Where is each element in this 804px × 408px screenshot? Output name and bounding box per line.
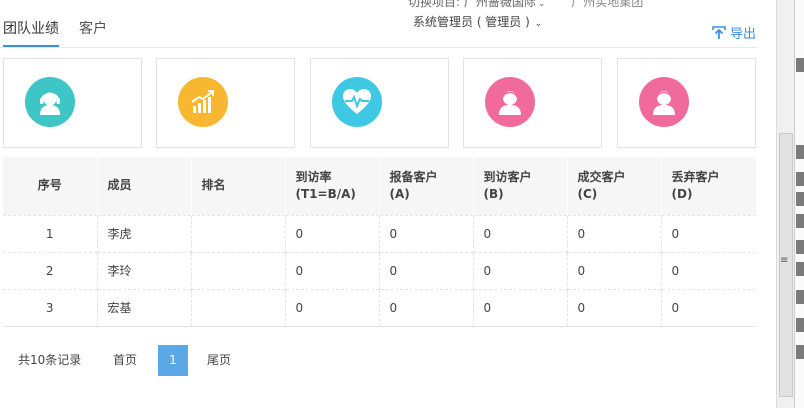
record-count: 共10条记录 — [18, 353, 82, 367]
cell-member: 李玲 — [96, 251, 191, 289]
cell-reported: 0 — [378, 214, 473, 252]
scrollbar-grip-icon: ≡ — [780, 255, 789, 266]
cell-visited: 0 — [472, 288, 567, 327]
col-header-dropped: 丢弃客户 (D) — [660, 157, 756, 215]
col-header-rank: 排名 — [190, 157, 285, 215]
cell-deal: 0 — [566, 214, 661, 252]
export-button[interactable]: 导出 — [712, 23, 756, 42]
tab-divider — [0, 47, 757, 48]
col-header-visited: 到访客户 (B) — [472, 157, 567, 215]
page-button-current[interactable]: 1 — [158, 345, 188, 376]
window-edge: ≡ — [776, 0, 804, 408]
project-prefix: 切换项目: — [408, 0, 461, 9]
tab-bar: 团队业绩 客户 — [0, 20, 760, 48]
cell-visit-rate: 0 — [284, 288, 379, 327]
cell-visit-rate: 0 — [284, 251, 379, 289]
export-icon — [712, 25, 726, 39]
cell-index: 2 — [3, 251, 97, 289]
stat-card-5[interactable] — [617, 58, 756, 148]
col-header-visit-rate: 到访率 (T1=B/A) — [284, 157, 379, 215]
project-switcher[interactable]: 切换项目: 广州蔷薇国际 ⌄ 广州实地集团 — [408, 0, 643, 10]
chevron-down-icon: ⌄ — [537, 0, 546, 9]
cell-reported: 0 — [378, 288, 473, 327]
last-page-button[interactable]: 尾页 — [207, 345, 231, 376]
person-icon — [485, 77, 535, 127]
growth-chart-icon — [178, 77, 228, 127]
col-header-deal: 成交客户 (C) — [566, 157, 661, 215]
heart-pulse-icon — [332, 77, 382, 127]
stat-card-1[interactable] — [3, 58, 142, 148]
first-page-button[interactable]: 首页 — [113, 345, 137, 376]
col-header-member: 成员 — [96, 157, 191, 215]
stat-card-3[interactable] — [310, 58, 449, 148]
cell-deal: 0 — [566, 288, 661, 327]
table-header-row: 序号 成员 排名 到访率 (T1=B/A) 报备客户 (A) 到访客户 (B) 成交客… — [3, 157, 756, 215]
cell-member: 宏基 — [96, 288, 191, 327]
cell-dropped: 0 — [660, 251, 756, 289]
cell-rank — [190, 251, 285, 289]
performance-table: 序号 成员 排名 到访率 (T1=B/A) 报备客户 (A) 到访客户 (B) 成交客… — [3, 157, 756, 327]
stat-card-4[interactable] — [463, 58, 602, 148]
stat-card-2[interactable] — [156, 58, 295, 148]
cell-visit-rate: 0 — [284, 214, 379, 252]
cell-reported: 0 — [378, 251, 473, 289]
project-name[interactable]: 广州蔷薇国际 — [464, 0, 536, 9]
tab-team-performance[interactable]: 团队业绩 — [3, 20, 59, 47]
cell-rank — [190, 288, 285, 327]
cell-rank — [190, 214, 285, 252]
cell-visited: 0 — [472, 214, 567, 252]
table-row[interactable]: 3 宏基 0 0 0 0 0 — [3, 288, 756, 327]
tab-customers[interactable]: 客户 — [79, 20, 107, 47]
table-row[interactable]: 2 李玲 0 0 0 0 0 — [3, 251, 756, 289]
cell-member: 李虎 — [96, 214, 191, 252]
vertical-scrollbar[interactable]: ≡ — [776, 0, 794, 408]
col-header-reported: 报备客户 (A) — [378, 157, 473, 215]
table-row[interactable]: 1 李虎 0 0 0 0 0 — [3, 214, 756, 252]
cell-index: 3 — [3, 288, 97, 327]
cell-index: 1 — [3, 214, 97, 252]
cell-visited: 0 — [472, 251, 567, 289]
cell-deal: 0 — [566, 251, 661, 289]
page: { "header": { "project_prefix": "切换项目:",… — [0, 0, 804, 408]
person-headset-icon — [25, 77, 75, 127]
adjacent-panel — [794, 0, 804, 408]
person-icon — [639, 77, 689, 127]
cell-dropped: 0 — [660, 214, 756, 252]
col-header-index: 序号 — [37, 178, 62, 193]
export-label: 导出 — [730, 27, 757, 42]
cell-dropped: 0 — [660, 288, 756, 327]
group-name: 广州实地集团 — [571, 0, 644, 9]
